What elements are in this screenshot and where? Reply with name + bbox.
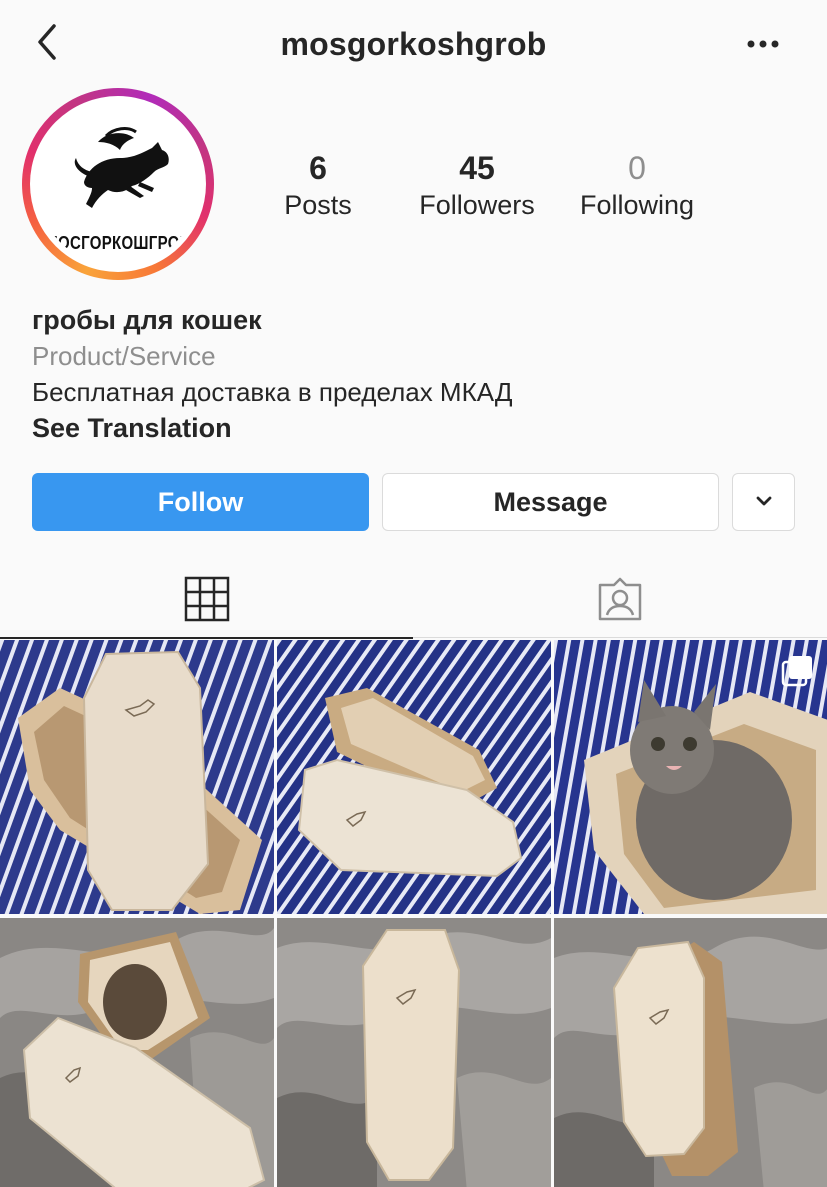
profile-description: Бесплатная доставка в пределах МКАД (32, 377, 513, 407)
post-thumbnail[interactable] (554, 640, 827, 914)
grid-icon (184, 576, 229, 621)
profile-name: гробы для кошек (32, 305, 262, 335)
post-thumbnail[interactable] (277, 918, 551, 1187)
post-thumbnail[interactable] (554, 918, 827, 1187)
chevron-down-icon (756, 496, 771, 506)
following-count[interactable]: 0 Following (567, 150, 707, 222)
multiple-photos-icon (781, 656, 812, 687)
message-button[interactable]: Message (382, 473, 719, 531)
post-thumbnail[interactable] (0, 640, 274, 914)
post-thumbnail[interactable] (277, 640, 551, 914)
tab-tagged[interactable] (413, 560, 826, 638)
avatar: МОСГОРКОШГРОБ (36, 102, 200, 266)
post-thumbnail[interactable] (0, 918, 274, 1187)
top-bar: mosgorkoshgrob (0, 0, 827, 88)
suggested-accounts-button[interactable] (732, 473, 795, 531)
profile-username: mosgorkoshgrob (280, 26, 547, 62)
profile-tabs (0, 560, 827, 639)
posts-count[interactable]: 6 Posts (258, 150, 378, 222)
followers-count[interactable]: 45 Followers (402, 150, 552, 222)
see-translation-link[interactable]: See Translation (32, 410, 792, 446)
avatar-story-ring[interactable]: МОСГОРКОШГРОБ (22, 88, 214, 280)
avatar-logo-text: МОСГОРКОШГРОБ (45, 233, 191, 254)
more-horizontal-icon[interactable] (743, 30, 783, 58)
tagged-user-icon (598, 577, 641, 621)
posts-grid (0, 640, 827, 1187)
follow-button[interactable]: Follow (32, 473, 369, 531)
profile-bio: гробы для кошек Product/Service Бесплатн… (32, 302, 792, 446)
tab-grid[interactable] (0, 560, 413, 639)
profile-category: Product/Service (32, 341, 216, 371)
